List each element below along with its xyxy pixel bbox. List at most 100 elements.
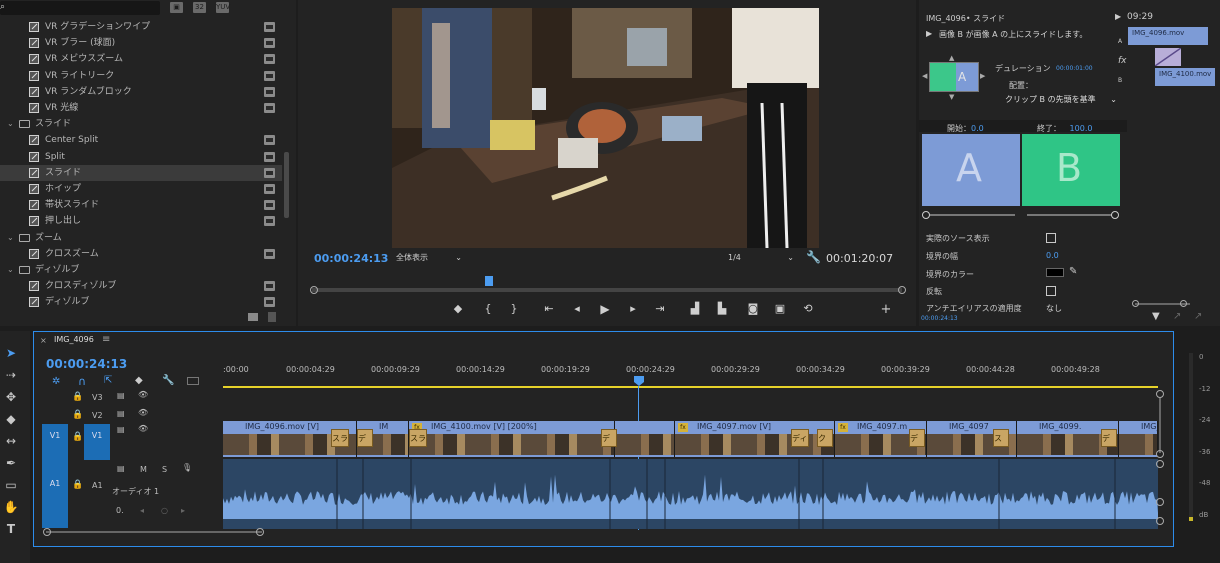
eyedropper-icon[interactable]: ✎ (1069, 266, 1077, 277)
effect-folder[interactable]: ⌄ スライド (0, 116, 282, 132)
program-timecode-current[interactable]: 00:00:24:13 (314, 252, 388, 265)
video-clip[interactable]: fx IMG_4097.mov [V] (675, 421, 835, 457)
track-v1-label[interactable]: V1 (84, 424, 110, 460)
transition-clip[interactable]: スラ (409, 429, 427, 447)
marker-icon[interactable]: ◆ (135, 375, 143, 386)
timeline-timecode[interactable]: 00:00:24:13 (46, 357, 127, 371)
work-area-bar[interactable] (223, 386, 1158, 388)
lock-icon[interactable]: 🔒 (72, 392, 83, 402)
effect-item[interactable]: Center Split (0, 132, 282, 148)
slip-tool-icon[interactable]: ↔ (3, 433, 19, 449)
effects-search-input[interactable]: ⌕ (0, 1, 160, 15)
sync-lock-icon[interactable]: ▤ (117, 409, 125, 418)
program-playhead[interactable] (485, 276, 493, 286)
transition-clip[interactable]: ク (817, 429, 833, 447)
solo-button[interactable]: S (162, 465, 167, 474)
next-keyframe-icon[interactable]: ▸ (181, 506, 185, 515)
duration-value[interactable]: 00:00:01:00 (1056, 65, 1093, 72)
track-a1-label[interactable]: A1 (92, 481, 103, 490)
lock-icon[interactable]: 🔒 (72, 480, 83, 490)
effect-item[interactable]: VR 光線 (0, 100, 282, 116)
scrubber-right-handle[interactable] (898, 286, 906, 294)
mini-clip-a[interactable]: IMG_4096.mov (1128, 27, 1208, 45)
lift-icon[interactable]: ▟ (687, 302, 703, 315)
chevron-down-icon[interactable]: ⌄ (7, 262, 14, 278)
captions-icon[interactable] (187, 377, 199, 385)
type-tool-icon[interactable]: T (3, 521, 19, 537)
step-forward-icon[interactable]: ▸ (625, 302, 641, 315)
program-video-frame[interactable] (392, 8, 819, 248)
add-marker-icon[interactable]: ◆ (450, 302, 466, 315)
transition-clip[interactable]: ディ (357, 429, 373, 447)
transition-clip[interactable]: スラ (331, 429, 349, 447)
start-value[interactable]: 0.0 (971, 124, 984, 133)
effect-item[interactable]: VR グラデーションワイプ (0, 19, 282, 35)
start-slider[interactable] (925, 214, 1015, 216)
program-scrubber[interactable] (312, 276, 902, 292)
vscroll-top-handle[interactable] (1156, 390, 1164, 398)
32-icon[interactable]: 32 (193, 2, 206, 13)
rectangle-tool-icon[interactable]: ▭ (3, 477, 19, 493)
scrubber-left-handle[interactable] (310, 286, 318, 294)
close-icon[interactable]: × (40, 336, 47, 345)
arrow-down-icon[interactable]: ▼ (949, 93, 954, 101)
export-frame-icon[interactable]: ◙ (745, 302, 761, 315)
mini-scroll-right-handle[interactable] (1180, 300, 1187, 307)
effect-item[interactable]: VR ブラー (球面) (0, 35, 282, 51)
border-color-swatch[interactable] (1046, 268, 1064, 277)
fx-icon[interactable]: fx (1118, 56, 1127, 66)
arrow-up-icon[interactable]: ▲ (949, 54, 954, 62)
razor-tool-icon[interactable]: ◆ (3, 411, 19, 427)
comparison-view-icon[interactable]: ▣ (772, 302, 788, 315)
folder-icon[interactable] (248, 313, 258, 321)
vr-video-icon[interactable]: ⟲ (800, 302, 816, 315)
eye-icon[interactable]: 👁 (138, 390, 148, 399)
effect-folder[interactable]: ⌄ ズーム (0, 230, 282, 246)
end-slider[interactable] (1027, 214, 1117, 216)
track-v3-label[interactable]: V3 (92, 393, 103, 402)
filter-icon[interactable]: ▼ (1152, 311, 1160, 322)
mini-transition[interactable] (1155, 48, 1181, 66)
share-icon[interactable]: ↗ (1194, 311, 1202, 322)
audio-vscroll-mid-handle[interactable] (1156, 498, 1164, 506)
transition-clip[interactable]: ディ (791, 429, 809, 447)
lock-icon[interactable]: 🔒 (72, 432, 83, 442)
go-to-out-icon[interactable]: ⇥ (652, 302, 668, 315)
effect-item[interactable]: ディゾルブ (0, 294, 282, 310)
effect-item[interactable]: VR メビウスズーム (0, 51, 282, 67)
effect-item[interactable]: 帯状スライド (0, 197, 282, 213)
transition-clip[interactable]: スラ (993, 429, 1009, 447)
timeline-hscrollbar[interactable] (46, 531, 262, 533)
sync-lock-icon[interactable]: ▤ (117, 391, 125, 400)
source-a1-patch[interactable]: A1 (42, 460, 68, 528)
chevron-down-icon[interactable]: ⌄ (7, 116, 14, 132)
effect-item[interactable]: VR ランダムブロック (0, 84, 282, 100)
keyframe-icon[interactable]: ○ (161, 506, 168, 515)
microphone-icon[interactable]: 🎙 (182, 463, 192, 472)
eye-icon[interactable]: 👁 (138, 408, 148, 417)
go-to-in-icon[interactable]: ⇤ (541, 302, 557, 315)
trash-icon[interactable] (268, 312, 276, 322)
end-slider-handle[interactable] (1111, 211, 1119, 219)
step-back-icon[interactable]: ◂ (569, 302, 585, 315)
effect-item[interactable]: Split (0, 149, 282, 165)
play-preview-icon[interactable]: ▶ (926, 29, 932, 38)
mark-out-icon[interactable]: } (506, 302, 522, 315)
effect-item[interactable]: スライド (0, 164, 282, 181)
antialias-dropdown[interactable]: なし (1046, 303, 1109, 312)
sequence-tab[interactable]: IMG_4096 (54, 335, 94, 344)
transition-clip[interactable]: ディ (601, 429, 617, 447)
time-ruler[interactable]: :00:00 00:00:04:29 00:00:09:29 00:00:14:29 0… (223, 364, 1158, 384)
snap-icon[interactable]: ∩ (78, 375, 86, 388)
chevron-right-icon[interactable]: ▶ (1115, 12, 1121, 21)
mini-clip-b[interactable]: IMG_4100.mov (1155, 68, 1215, 86)
video-clip[interactable] (615, 421, 675, 457)
effect-item[interactable]: ホイップ (0, 181, 282, 197)
prev-keyframe-icon[interactable]: ◂ (140, 506, 144, 515)
source-v1-patch[interactable]: V1 (42, 424, 68, 460)
nest-icon[interactable]: ✲ (52, 376, 60, 387)
button-editor-icon[interactable]: + (878, 302, 894, 317)
menu-icon[interactable]: ≡ (102, 334, 110, 345)
border-width-value[interactable]: 0.0 (1046, 251, 1059, 260)
chevron-down-icon[interactable]: ⌄ (7, 230, 14, 246)
